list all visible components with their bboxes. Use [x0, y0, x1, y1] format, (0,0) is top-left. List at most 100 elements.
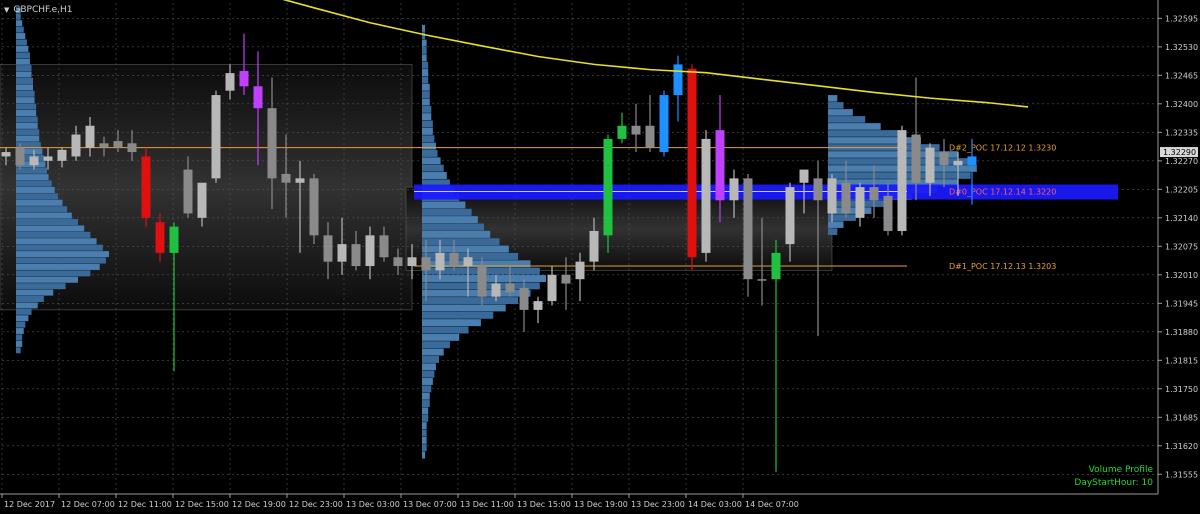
triangle-down-icon[interactable]: ▼ [4, 6, 9, 14]
time-tick-label: 13 Dec 11:00 [460, 500, 514, 509]
candle-body [113, 141, 123, 148]
candle[interactable] [743, 173, 753, 297]
candle[interactable] [309, 173, 319, 245]
candle-body [491, 283, 501, 297]
volume-bar [422, 135, 435, 143]
symbol-title-text: GBPCHF.e,H1 [13, 5, 73, 15]
volume-bar [422, 297, 519, 305]
volume-bar [422, 149, 438, 157]
price-tick-label: 1.32140 [1165, 214, 1198, 223]
price-tick-label: 1.31750 [1165, 385, 1198, 394]
time-tick-label: 12 Dec 11:00 [118, 500, 172, 509]
volume-bar [16, 180, 52, 187]
volume-bar [16, 110, 37, 117]
volume-bar [16, 129, 40, 136]
volume-bar [422, 46, 427, 54]
volume-bar [16, 225, 85, 232]
candle[interactable] [701, 130, 711, 262]
candle-body [85, 125, 95, 148]
candle-body [169, 226, 179, 253]
candle-body [883, 195, 893, 231]
candle-body [827, 178, 837, 214]
poc-label-2: D#1_POC 17.12.13 1.3203 [949, 262, 1056, 271]
symbol-title[interactable]: ▼ GBPCHF.e,H1 [4, 3, 73, 17]
volume-bar [422, 355, 440, 363]
volume-bar [16, 289, 54, 296]
volume-bar [16, 321, 26, 328]
volume-bar [16, 52, 30, 59]
volume-bar [422, 230, 491, 238]
volume-bar [828, 102, 844, 109]
price-tick-label: 1.32335 [1165, 128, 1198, 137]
volume-bar [16, 58, 30, 65]
price-tick-label: 1.32595 [1165, 14, 1198, 23]
candle-body [127, 143, 137, 153]
candle[interactable] [659, 90, 669, 157]
volume-bar [16, 328, 24, 335]
candle[interactable] [631, 103, 641, 153]
volume-bar [422, 54, 427, 62]
candle-body [505, 283, 515, 293]
candle-body [631, 125, 641, 135]
poc-label-0: D#2_POC 17.12.12 1.3230 [949, 144, 1056, 153]
volume-bar [16, 212, 72, 219]
candle[interactable] [603, 134, 613, 253]
candle-body [449, 252, 459, 267]
candle-body [869, 187, 879, 201]
time-tick-label: 12 Dec 07:00 [61, 500, 115, 509]
time-tick-label: 12 Dec 23:00 [289, 500, 343, 509]
candle[interactable] [897, 125, 907, 236]
price-tick-label: 1.31945 [1165, 299, 1198, 308]
volume-bar [422, 113, 432, 121]
candle-body [309, 178, 319, 236]
volume-bar [828, 109, 853, 116]
price-tick-label: 1.32205 [1165, 185, 1198, 194]
time-tick-label: 13 Dec 19:00 [574, 500, 628, 509]
candle-body [785, 187, 795, 245]
candle-body [855, 187, 865, 218]
time-tick-label: 12 Dec 2017 [4, 500, 55, 509]
price-tick-label: 1.31880 [1165, 328, 1198, 337]
candle-body [757, 279, 767, 281]
candle[interactable] [771, 239, 781, 473]
candle[interactable] [673, 55, 683, 122]
volume-bar [16, 97, 35, 104]
volume-bar [16, 84, 34, 91]
candle[interactable] [617, 112, 627, 144]
candle-body [813, 178, 823, 201]
current-price-label: 1.32290 [1163, 148, 1196, 157]
time-tick-label: 13 Dec 23:00 [631, 500, 685, 509]
price-chart[interactable]: D#2_POC 17.12.12 1.3230 D#0_POC 17.12.14 … [0, 0, 1200, 514]
volume-bar [828, 123, 881, 130]
volume-bar [422, 208, 472, 216]
candle-body [561, 274, 571, 284]
candle-body [687, 68, 697, 258]
volume-bar [422, 164, 444, 172]
candle[interactable] [687, 64, 697, 271]
volume-bar [422, 238, 500, 246]
candle[interactable] [855, 182, 865, 227]
volume-bar [422, 245, 509, 253]
candle-body [57, 149, 67, 161]
candle-body [155, 222, 165, 253]
volume-bar [16, 33, 26, 40]
chart-window: D#2_POC 17.12.12 1.3230 D#0_POC 17.12.14 … [0, 0, 1200, 514]
candle[interactable] [547, 266, 557, 306]
candle-body [421, 257, 431, 271]
candle-body [197, 182, 207, 218]
candle[interactable] [533, 296, 543, 324]
candle-body [771, 252, 781, 280]
volume-bar [16, 186, 55, 193]
volume-bar [16, 77, 34, 84]
volume-bar [16, 45, 29, 52]
candle[interactable] [141, 147, 151, 227]
volume-bar [422, 61, 429, 69]
volume-bar [16, 283, 66, 290]
volume-bar [16, 20, 23, 27]
volume-bar [16, 199, 63, 206]
volume-bar [16, 244, 103, 251]
candle-body [337, 244, 347, 262]
volume-bar [422, 201, 466, 209]
price-tick-label: 1.31685 [1165, 413, 1198, 422]
candle[interactable] [211, 90, 221, 183]
